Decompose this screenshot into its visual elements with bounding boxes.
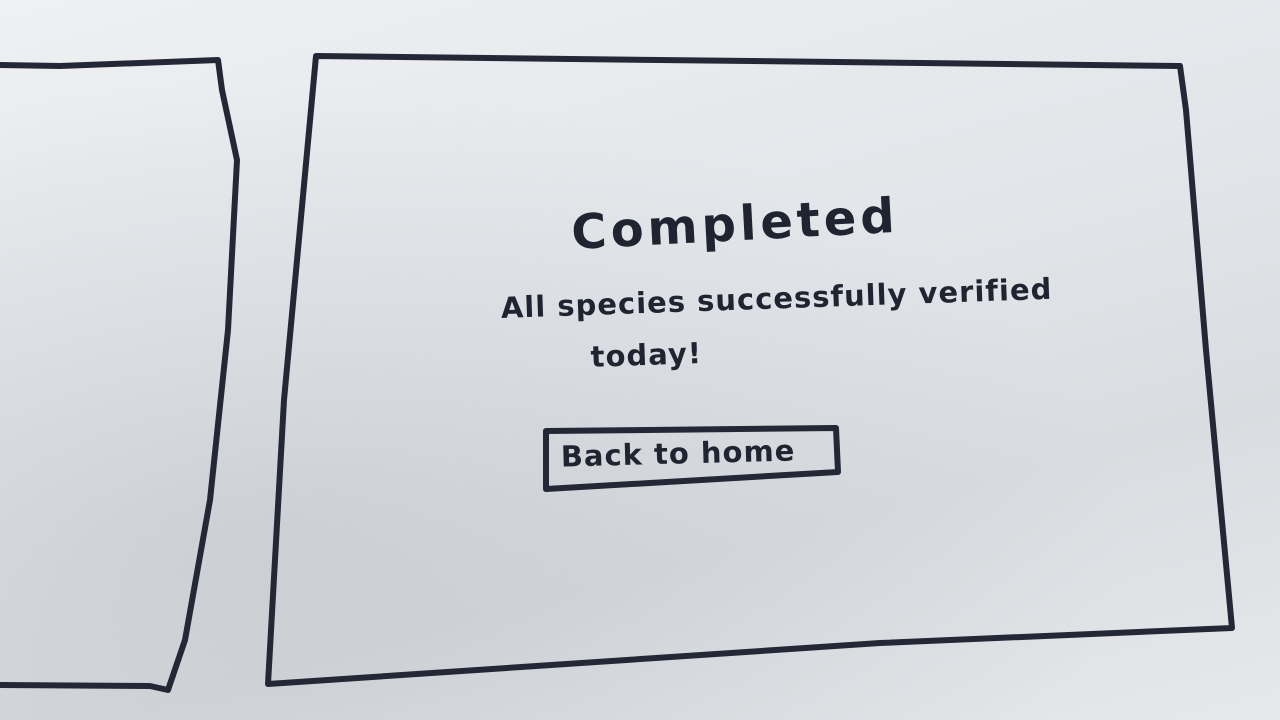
left-frame-outline [0, 57, 240, 693]
message-line-1: All species successfully verified [500, 271, 1053, 325]
back-to-home-button[interactable]: Back to home [546, 418, 838, 488]
completion-message: All species successfully verified today! [500, 262, 1083, 386]
